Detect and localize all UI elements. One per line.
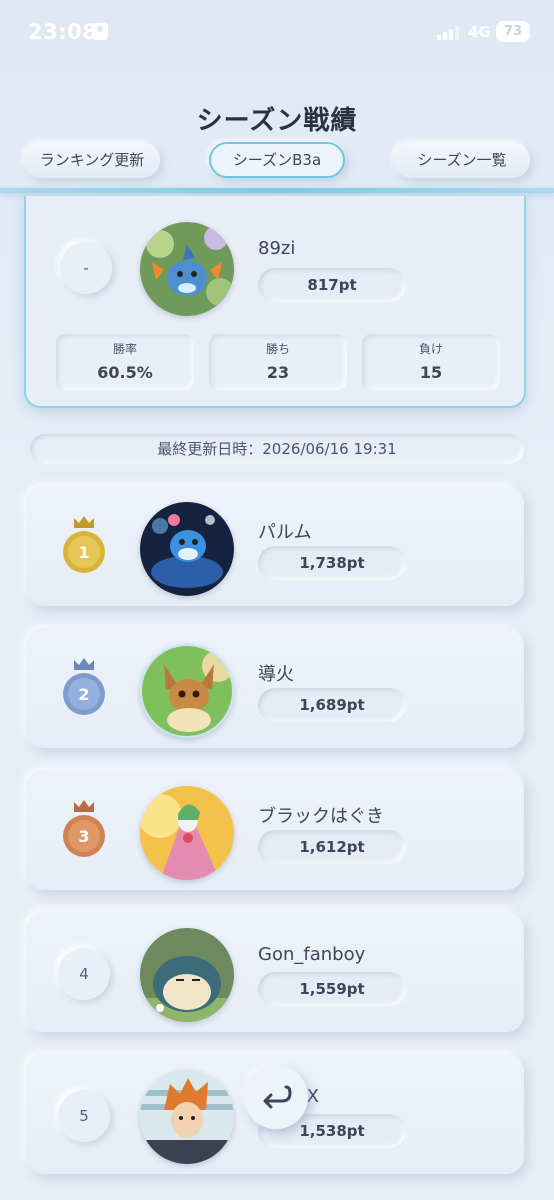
rank-number: 5 [58, 1090, 110, 1142]
medal-number: 3 [78, 827, 89, 846]
header-divider [0, 188, 554, 193]
win-rate-stat: 勝率 60.5% [56, 334, 194, 390]
player-name: ブラックはぐき [258, 806, 384, 827]
stat-value: 23 [266, 363, 290, 382]
my-rank: - [60, 242, 112, 294]
my-points: 817pt [258, 268, 406, 302]
network-label: 4G [468, 23, 491, 41]
gardevoir-avatar-icon [140, 786, 234, 880]
silver-medal-icon: 2 [58, 656, 110, 718]
avatar [140, 644, 234, 738]
player-name: 導火 [258, 664, 294, 685]
player-points: 1,689pt [258, 688, 406, 722]
season-selector-button[interactable]: シーズンB3a [209, 142, 345, 178]
player-points: 1,738pt [258, 546, 406, 580]
ranking-row[interactable]: 1 パルム 1,738pt [26, 486, 524, 606]
ranking-row[interactable]: 4 Gon_fanboy 1,559pt [26, 912, 524, 1032]
popplio-avatar-icon [140, 502, 234, 596]
stat-value: 60.5% [97, 363, 153, 382]
medal-number: 1 [78, 543, 89, 562]
return-arrow-icon [263, 1085, 292, 1109]
snorlax-avatar-icon [140, 928, 234, 1022]
battery-icon: 73 [496, 21, 530, 42]
status-bar: 23:08 4G 73 [0, 0, 554, 64]
page-title: シーズン戦績 [196, 106, 358, 136]
my-record-card: - 89zi 817pt 勝率 60.5% 勝ち 23 負け 15 [24, 196, 526, 408]
avatar [140, 786, 234, 880]
stat-label: 勝率 [112, 342, 137, 356]
back-button[interactable] [244, 1065, 308, 1129]
ranking-row[interactable]: 3 ブラックはぐき 1,612pt [26, 770, 524, 890]
ranking-row[interactable]: 2 導火 1,689pt [26, 628, 524, 748]
medal-number: 2 [78, 685, 89, 704]
bronze-medal-icon: 3 [58, 798, 110, 860]
wins-stat: 勝ち 23 [209, 334, 347, 390]
losses-stat: 負け 15 [362, 334, 500, 390]
last-updated: 最終更新日時：2026/06/16 19:31 [30, 434, 524, 464]
rank-number: 4 [58, 948, 110, 1000]
season-list-button[interactable]: シーズン一覧 [394, 142, 530, 178]
my-name: 89zi [258, 238, 296, 259]
stat-value: 15 [419, 363, 443, 382]
avatar [140, 928, 234, 1022]
avatar [140, 502, 234, 596]
ranking-update-button[interactable]: ランキング更新 [24, 142, 160, 178]
avatar [140, 1070, 234, 1164]
player-name: パルム [258, 522, 312, 543]
signal-icon [437, 24, 461, 40]
player-points: 1,559pt [258, 972, 406, 1006]
stat-label: 勝ち [265, 342, 290, 356]
status-time: 23:08 [28, 20, 98, 44]
trainer-avatar-icon [140, 1070, 234, 1164]
avatar [140, 222, 234, 316]
mudkip-avatar-icon [140, 222, 234, 316]
stat-label: 負け [418, 342, 443, 356]
person-icon [92, 23, 108, 40]
player-name: Gon_fanboy [258, 944, 366, 965]
eevee-avatar-icon [142, 646, 232, 736]
gold-medal-icon: 1 [58, 514, 110, 576]
player-points: 1,612pt [258, 830, 406, 864]
